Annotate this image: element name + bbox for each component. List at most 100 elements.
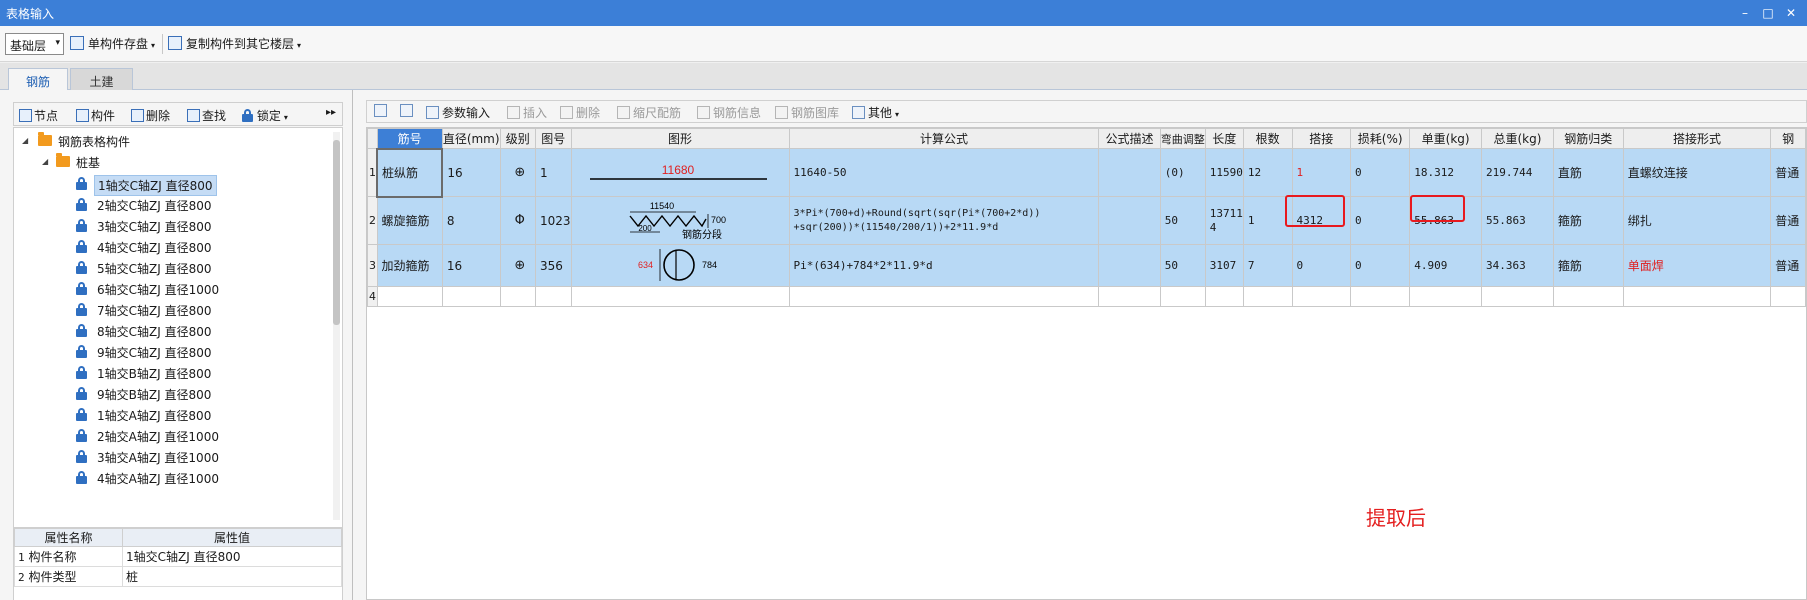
- cell-diameter[interactable]: 8: [441, 196, 501, 245]
- prop-row[interactable]: 1 构件名称 1轴交C轴ZJ 直径800: [14, 546, 342, 567]
- empty-cell[interactable]: [788, 286, 1100, 307]
- table-row[interactable]: 3 加劲箍筋 16 ⊕ 356 634 784 Pi*(634)+784*2*1…: [367, 244, 1806, 287]
- col-header-unit-weight[interactable]: 单重(kg): [1409, 128, 1483, 149]
- cell-lap-type[interactable]: 单面焊: [1622, 244, 1772, 287]
- tree-scrollbar-thumb[interactable]: [333, 140, 340, 325]
- prop-row[interactable]: 2 构件类型 桩: [14, 566, 342, 587]
- col-header-lap[interactable]: 搭接: [1291, 128, 1352, 149]
- cell-grade[interactable]: Φ: [499, 196, 536, 245]
- more-button[interactable]: ▸▸: [326, 107, 336, 118]
- empty-cell[interactable]: [1242, 286, 1293, 307]
- cell-count[interactable]: 12: [1242, 148, 1293, 197]
- cell-shape[interactable]: 634 784: [570, 244, 790, 287]
- cell-extra[interactable]: 普通: [1770, 148, 1806, 197]
- cell-count[interactable]: 7: [1242, 244, 1293, 287]
- save-single-button[interactable]: 单构件存盘 ▾: [70, 35, 155, 53]
- cell-shape[interactable]: 11540 700 200 钢筋分段: [570, 196, 790, 245]
- cell-bar-name[interactable]: 桩纵筋: [375, 147, 444, 198]
- floor-select[interactable]: 基础层 ▾: [5, 33, 64, 55]
- cell-total-weight[interactable]: 55.863: [1481, 196, 1554, 245]
- col-header-formula-desc[interactable]: 公式描述: [1098, 128, 1161, 149]
- tree-scrollbar[interactable]: [333, 132, 340, 520]
- prop-value[interactable]: 1轴交C轴ZJ 直径800: [122, 546, 342, 567]
- param-input-button[interactable]: 参数输入: [426, 104, 490, 121]
- tab-civil[interactable]: 土建: [70, 68, 133, 90]
- cell-total-weight[interactable]: 34.363: [1481, 244, 1554, 287]
- cell-length[interactable]: 13711 4: [1204, 196, 1244, 245]
- scale-rebar-button[interactable]: 缩尺配筋: [617, 104, 681, 121]
- col-header-loss[interactable]: 损耗(%): [1350, 128, 1411, 149]
- insert-button[interactable]: 插入: [507, 104, 547, 121]
- col-header-extra[interactable]: 钢: [1770, 128, 1806, 149]
- copy-to-floor-button[interactable]: 复制构件到其它楼层 ▾: [168, 35, 301, 53]
- cell-lap[interactable]: 1: [1291, 148, 1352, 197]
- cell-bar-name[interactable]: 螺旋箍筋: [376, 196, 443, 245]
- cell-grade[interactable]: ⊕: [499, 244, 536, 287]
- cell-extra[interactable]: 普通: [1770, 244, 1806, 287]
- col-header-shape[interactable]: 图形: [570, 128, 790, 149]
- col-header-formula[interactable]: 计算公式: [788, 128, 1100, 149]
- empty-cell[interactable]: [534, 286, 572, 307]
- cell-formula-desc[interactable]: [1098, 196, 1161, 245]
- col-header-count[interactable]: 根数: [1242, 128, 1293, 149]
- rebar-info-button[interactable]: 钢筋信息: [697, 104, 761, 121]
- cell-bend-adjust[interactable]: 50: [1159, 196, 1206, 245]
- delete-row-button[interactable]: 删除: [560, 104, 600, 121]
- cell-total-weight[interactable]: 219.744: [1481, 148, 1554, 197]
- empty-cell[interactable]: [1159, 286, 1206, 307]
- cell-lap[interactable]: 0: [1291, 244, 1352, 287]
- move-down-button[interactable]: [400, 104, 416, 118]
- col-header-diameter[interactable]: 直径(mm): [441, 128, 501, 149]
- cell-category[interactable]: 直筋: [1552, 148, 1624, 197]
- cell-grade[interactable]: ⊕: [499, 148, 536, 197]
- cell-bend-adjust[interactable]: 50: [1159, 244, 1206, 287]
- cell-unit-weight[interactable]: 4.909: [1409, 244, 1483, 287]
- cell-diameter[interactable]: 16: [441, 148, 501, 197]
- empty-cell[interactable]: [1409, 286, 1483, 307]
- empty-cell[interactable]: [1770, 286, 1806, 307]
- col-header-bend-adjust[interactable]: 弯曲调整: [1159, 128, 1206, 149]
- collapse-arrow-icon[interactable]: ◢: [42, 157, 48, 166]
- cell-lap-type[interactable]: 直螺纹连接: [1622, 148, 1772, 197]
- empty-cell[interactable]: [376, 286, 443, 307]
- move-up-button[interactable]: [374, 104, 390, 118]
- empty-cell[interactable]: [1552, 286, 1624, 307]
- maximize-button[interactable]: □: [1757, 2, 1779, 24]
- col-header-bar-no[interactable]: 筋号: [376, 128, 443, 149]
- empty-cell[interactable]: [499, 286, 536, 307]
- col-header-lap-type[interactable]: 搭接形式: [1622, 128, 1772, 149]
- cell-category[interactable]: 箍筋: [1552, 244, 1624, 287]
- table-row[interactable]: 2 螺旋箍筋 8 Φ 1023 11540 700 200 钢筋分段 3*Pi*…: [367, 196, 1806, 245]
- cell-formula[interactable]: Pi*(634)+784*2*11.9*d: [788, 244, 1100, 287]
- prop-value[interactable]: 桩: [122, 566, 342, 587]
- cell-lap-type[interactable]: 绑扎: [1622, 196, 1772, 245]
- other-button[interactable]: 其他 ▾: [852, 104, 899, 121]
- cell-length[interactable]: 11590: [1204, 148, 1244, 197]
- col-header-length[interactable]: 长度: [1204, 128, 1244, 149]
- col-header-figure-no[interactable]: 图号: [534, 128, 572, 149]
- table-row[interactable]: 1 桩纵筋 16 ⊕ 1 11680 11640-50 (0) 11590 12…: [367, 147, 1806, 198]
- cell-figure-no[interactable]: 1023: [534, 196, 572, 245]
- cell-formula[interactable]: 11640-50: [788, 148, 1100, 197]
- rebar-library-button[interactable]: 钢筋图库: [775, 104, 839, 121]
- cell-formula[interactable]: 3*Pi*(700+d)+Round(sqrt(sqr(Pi*(700+2*d)…: [788, 196, 1100, 245]
- close-button[interactable]: ✕: [1780, 2, 1802, 24]
- cell-diameter[interactable]: 16: [441, 244, 501, 287]
- col-header-total-weight[interactable]: 总重(kg): [1481, 128, 1554, 149]
- minimize-button[interactable]: –: [1734, 2, 1756, 24]
- cell-category[interactable]: 箍筋: [1552, 196, 1624, 245]
- empty-cell[interactable]: [1204, 286, 1244, 307]
- cell-extra[interactable]: 普通: [1770, 196, 1806, 245]
- empty-cell[interactable]: [1291, 286, 1352, 307]
- col-header-category[interactable]: 钢筋归类: [1552, 128, 1624, 149]
- panel-splitter[interactable]: [352, 90, 353, 600]
- tab-rebar[interactable]: 钢筋: [8, 68, 68, 91]
- col-header-grade[interactable]: 级别: [499, 128, 536, 149]
- cell-length[interactable]: 3107: [1204, 244, 1244, 287]
- collapse-arrow-icon[interactable]: ◢: [22, 136, 28, 145]
- cell-loss[interactable]: 0: [1350, 196, 1411, 245]
- empty-cell[interactable]: [570, 286, 790, 307]
- cell-figure-no[interactable]: 1: [534, 148, 572, 197]
- empty-cell[interactable]: [1350, 286, 1411, 307]
- delete-button[interactable]: 删除: [131, 107, 170, 124]
